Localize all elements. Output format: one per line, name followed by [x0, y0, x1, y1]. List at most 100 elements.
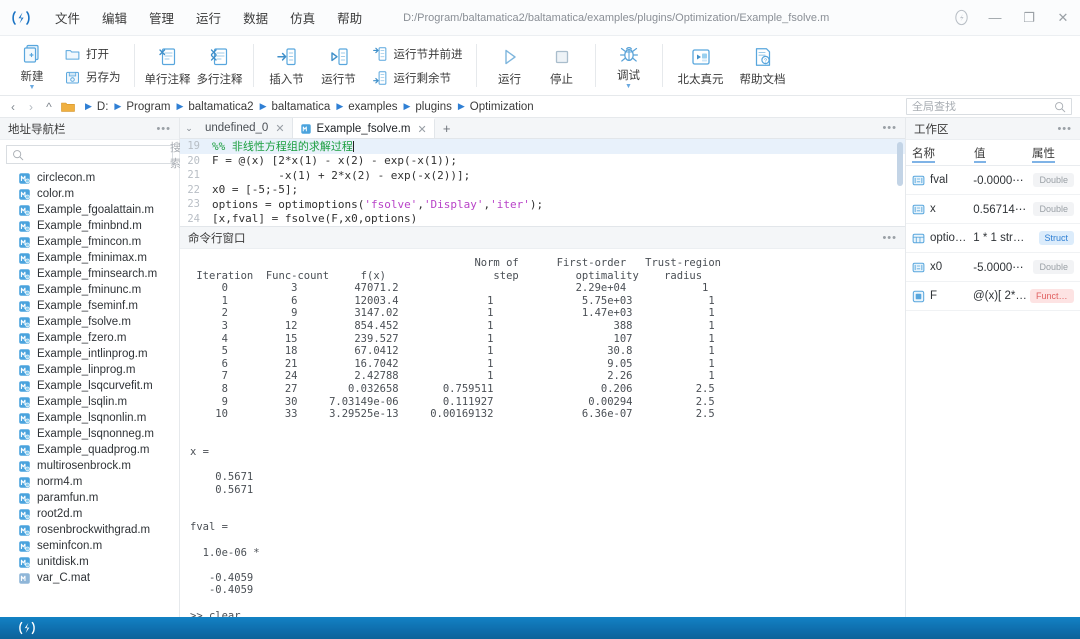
file-list[interactable]: circlecon.mcolor.mExample_fgoalattain.mE…	[0, 168, 179, 617]
run-section-button[interactable]: 运行节	[313, 36, 365, 95]
code-editor[interactable]: 19%% 非线性方程组的求解过程20F = @(x) [2*x(1) - x(2…	[180, 139, 905, 227]
multi-line-comment-button[interactable]: 多行注释	[194, 36, 246, 95]
file-list-item[interactable]: paramfun.m	[0, 490, 179, 506]
crumb-2[interactable]: baltamatica2	[186, 101, 255, 113]
file-list-item[interactable]: Example_linprog.m	[0, 362, 179, 378]
file-list-item[interactable]: Example_lsqcurvefit.m	[0, 378, 179, 394]
crumb-1[interactable]: Program	[124, 101, 172, 113]
file-list-item[interactable]: color.m	[0, 186, 179, 202]
stop-button[interactable]: 停止	[536, 36, 588, 95]
file-list-item[interactable]: Example_fminbnd.m	[0, 218, 179, 234]
tab-example-fsolve[interactable]: Example_fsolve.m ✕	[293, 118, 435, 138]
minimize-button[interactable]: —	[978, 1, 1012, 35]
code-line[interactable]: 22x0 = [-5;-5];	[180, 183, 905, 198]
file-search-input[interactable]	[24, 149, 170, 161]
taskbar-logo-icon[interactable]	[18, 619, 36, 637]
file-list-item[interactable]: Example_intlinprog.m	[0, 346, 179, 362]
command-window-menu-button[interactable]: •••	[882, 232, 897, 244]
run-button[interactable]: 运行	[484, 36, 536, 95]
new-tab-button[interactable]: +	[435, 118, 459, 138]
command-window-output[interactable]: Norm of First-order Trust-region Iterati…	[180, 249, 905, 617]
menu-data[interactable]: 数据	[232, 4, 279, 31]
baltamatica-button[interactable]: 北太真元	[670, 36, 732, 95]
debug-button[interactable]: 调试 ▼	[603, 36, 655, 95]
menu-run[interactable]: 运行	[185, 4, 232, 31]
file-list-item[interactable]: multirosenbrock.m	[0, 458, 179, 474]
code-line[interactable]: 21 -x(1) + 2*x(2) - exp(-x(2))];	[180, 168, 905, 183]
code-line[interactable]: 24[x,fval] = fsolve(F,x0,options)	[180, 212, 905, 227]
global-search-box[interactable]	[906, 98, 1072, 115]
workspace-col-attr[interactable]: 属性	[1032, 148, 1055, 163]
single-line-comment-button[interactable]: 单行注释	[142, 36, 194, 95]
new-button[interactable]: 新建 ▼	[6, 36, 58, 95]
menu-simulation[interactable]: 仿真	[279, 4, 326, 31]
chevron-down-icon[interactable]: ▼	[625, 84, 632, 89]
code-line[interactable]: 19%% 非线性方程组的求解过程	[180, 139, 905, 154]
code-area[interactable]: 19%% 非线性方程组的求解过程20F = @(x) [2*x(1) - x(2…	[180, 139, 905, 226]
open-button[interactable]: 打开	[58, 43, 127, 66]
workspace-row[interactable]: x0.56714⋯Double	[906, 195, 1080, 224]
nav-up-button[interactable]: ^	[40, 100, 58, 114]
nav-forward-button[interactable]: ›	[22, 100, 40, 114]
tab-close-icon[interactable]: ✕	[275, 122, 284, 135]
workspace-variable-name-cell: fval	[912, 174, 973, 187]
file-list-item[interactable]: Example_fzero.m	[0, 330, 179, 346]
file-list-item[interactable]: Example_fseminf.m	[0, 298, 179, 314]
chevron-down-icon[interactable]: ▼	[29, 85, 36, 90]
nav-back-button[interactable]: ‹	[4, 100, 22, 114]
menu-manage[interactable]: 管理	[138, 4, 185, 31]
workspace-row[interactable]: x0-5.0000⋯Double	[906, 253, 1080, 282]
workspace-menu-button[interactable]: •••	[1057, 123, 1072, 135]
menu-edit[interactable]: 编辑	[91, 4, 138, 31]
file-list-item[interactable]: Example_fminunc.m	[0, 282, 179, 298]
crumb-3[interactable]: baltamatica	[270, 101, 333, 113]
editor-scrollbar[interactable]	[897, 142, 903, 186]
workspace-row[interactable]: F@(x)[ 2*…Functio…	[906, 282, 1080, 311]
tab-close-icon[interactable]: ✕	[418, 123, 427, 136]
file-list-item[interactable]: Example_fminimax.m	[0, 250, 179, 266]
file-navigator-menu-button[interactable]: •••	[156, 123, 171, 135]
crumb-0[interactable]: D:	[95, 101, 111, 113]
close-button[interactable]: ✕	[1046, 1, 1080, 35]
file-list-item[interactable]: Example_quadprog.m	[0, 442, 179, 458]
save-as-button[interactable]: 另存为	[58, 66, 127, 89]
code-line[interactable]: 20F = @(x) [2*x(1) - x(2) - exp(-x(1));	[180, 154, 905, 169]
menu-help[interactable]: 帮助	[326, 4, 373, 31]
file-list-item[interactable]: Example_fmincon.m	[0, 234, 179, 250]
maximize-button[interactable]: ❐	[1012, 1, 1046, 35]
workspace-col-name[interactable]: 名称	[912, 148, 935, 163]
workspace-row[interactable]: optio…1 * 1 str…Struct	[906, 224, 1080, 253]
file-list-item[interactable]: Example_fgoalattain.m	[0, 202, 179, 218]
workspace-variable-list[interactable]: fval-0.0000⋯Doublex0.56714⋯Doubleoptio…1…	[906, 166, 1080, 311]
workspace-row[interactable]: fval-0.0000⋯Double	[906, 166, 1080, 195]
run-section-advance-button[interactable]: 运行节并前进	[365, 42, 469, 66]
file-list-item[interactable]: Example_fsolve.m	[0, 314, 179, 330]
code-line[interactable]: 23options = optimoptions('fsolve','Displ…	[180, 197, 905, 212]
file-list-item[interactable]: Example_fminsearch.m	[0, 266, 179, 282]
workspace-col-value[interactable]: 值	[974, 148, 986, 163]
file-list-item[interactable]: Example_lsqlin.m	[0, 394, 179, 410]
file-list-item[interactable]: rosenbrockwithgrad.m	[0, 522, 179, 538]
tab-undefined-0[interactable]: undefined_0 ✕	[198, 118, 293, 138]
help-doc-button[interactable]: ? 帮助文档	[732, 36, 794, 95]
file-list-item[interactable]: Example_lsqnonlin.m	[0, 410, 179, 426]
menu-file[interactable]: 文件	[44, 4, 91, 31]
run-remaining-button[interactable]: 运行剩余节	[365, 66, 469, 90]
crumb-4[interactable]: examples	[346, 101, 399, 113]
tab-list-chevron-icon[interactable]: ⌄	[180, 118, 198, 138]
file-list-item[interactable]: unitdisk.m	[0, 554, 179, 570]
editor-menu-button[interactable]: •••	[882, 118, 905, 138]
file-search-box[interactable]: 搜索	[6, 145, 173, 164]
file-navigator-title: 地址导航栏	[8, 121, 66, 137]
file-list-item[interactable]: root2d.m	[0, 506, 179, 522]
crumb-5[interactable]: plugins	[413, 101, 453, 113]
attachment-badge-icon[interactable]	[944, 1, 978, 35]
crumb-6[interactable]: Optimization	[468, 101, 536, 113]
file-list-item[interactable]: Example_lsqnonneg.m	[0, 426, 179, 442]
file-list-item[interactable]: norm4.m	[0, 474, 179, 490]
file-list-item[interactable]: seminfcon.m	[0, 538, 179, 554]
global-search-input[interactable]	[912, 101, 1054, 113]
file-list-item[interactable]: circlecon.m	[0, 170, 179, 186]
file-list-item[interactable]: var_C.mat	[0, 570, 179, 586]
insert-section-button[interactable]: 插入节	[261, 36, 313, 95]
